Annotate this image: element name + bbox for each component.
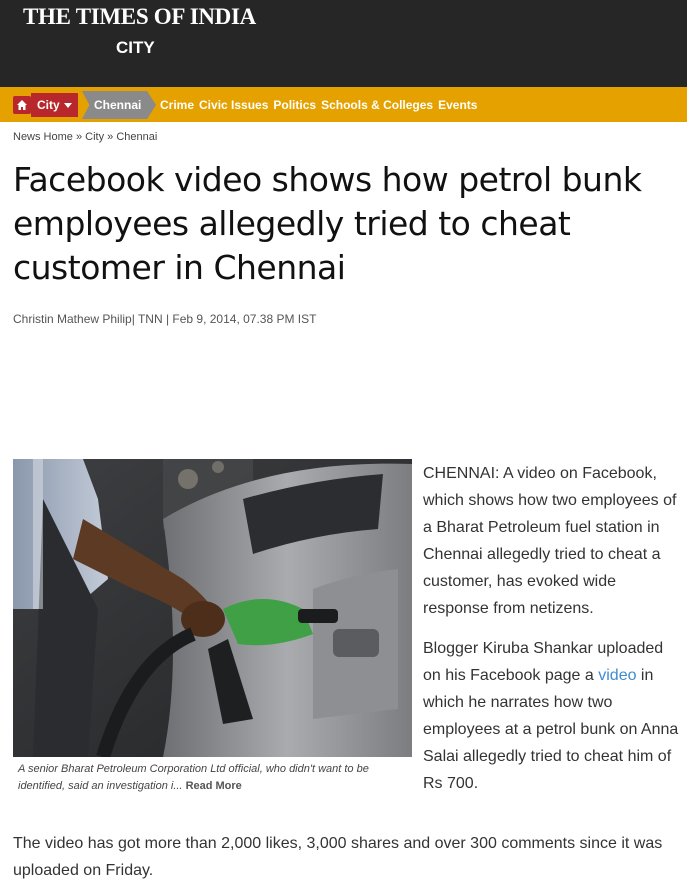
article-title: Facebook video shows how petrol bunk emp…: [13, 160, 642, 287]
article-byline: Christin Mathew Philip| TNN | Feb 9, 201…: [13, 312, 317, 326]
home-icon[interactable]: [13, 96, 31, 114]
breadcrumb-news-home[interactable]: News Home: [13, 131, 73, 143]
nav-link-crime[interactable]: Crime: [160, 98, 194, 112]
nav-link-civic-issues[interactable]: Civic Issues: [199, 98, 268, 112]
nav-links: Crime Civic Issues Politics Schools & Co…: [160, 87, 477, 122]
paragraph-text: in which he narrates how two employees a…: [423, 667, 679, 792]
breadcrumb-chennai[interactable]: Chennai: [116, 131, 157, 143]
masthead: THE TIMES OF INDIA CITY: [0, 0, 687, 87]
image-caption: A senior Bharat Petroleum Corporation Lt…: [18, 761, 410, 795]
article-image[interactable]: [13, 459, 412, 757]
fuel-pump-photo: [13, 459, 412, 757]
breadcrumb-separator: »: [107, 131, 114, 143]
city-dropdown-label: City: [37, 98, 60, 112]
nav-link-events[interactable]: Events: [438, 98, 477, 112]
nav-link-politics[interactable]: Politics: [273, 98, 316, 112]
breadcrumb-city[interactable]: City: [85, 131, 104, 143]
breadcrumb-separator: »: [75, 131, 83, 143]
article-body-column: CHENNAI: A video on Facebook, which show…: [423, 460, 685, 810]
section-nav: City Chennai Crime Civic Issues Politics…: [0, 87, 687, 122]
article-paragraph: The video has got more than 2,000 likes,…: [13, 835, 663, 879]
breadcrumb: News Home » City » Chennai: [13, 131, 157, 143]
site-logo[interactable]: THE TIMES OF INDIA: [23, 4, 256, 30]
nav-link-schools-colleges[interactable]: Schools & Colleges: [321, 98, 433, 112]
article-paragraph: Blogger Kiruba Shankar uploaded on his F…: [423, 635, 685, 797]
chevron-down-icon: [63, 102, 72, 108]
article-paragraph: CHENNAI: A video on Facebook, which show…: [423, 465, 677, 617]
read-more-link[interactable]: Read More: [186, 780, 242, 792]
nav-current-chennai[interactable]: Chennai: [82, 91, 156, 119]
video-link[interactable]: video: [598, 667, 636, 684]
city-dropdown[interactable]: City: [31, 93, 78, 117]
section-title[interactable]: CITY: [116, 38, 155, 58]
home-icon-glyph: [17, 100, 27, 110]
